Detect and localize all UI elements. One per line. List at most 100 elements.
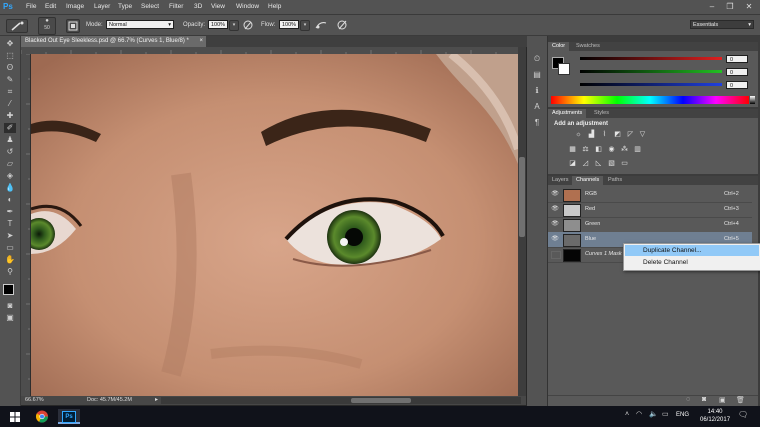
brush-panel-toggle[interactable] xyxy=(66,19,80,33)
gradient-map-icon[interactable]: ▭ xyxy=(620,160,629,168)
opacity-input[interactable]: 100% xyxy=(208,20,228,29)
photo-filter-icon[interactable]: ◉ xyxy=(607,146,616,154)
new-channel-icon[interactable]: ▣ xyxy=(719,396,726,404)
paragraph-panel-icon[interactable]: ¶ xyxy=(531,118,543,128)
clock[interactable]: 14:40 06/12/2017 xyxy=(700,408,730,424)
tab-styles[interactable]: Styles xyxy=(590,109,613,118)
lasso-tool-icon[interactable]: ʘ xyxy=(4,63,16,73)
menu-window[interactable]: Window xyxy=(236,2,259,12)
hue-saturation-icon[interactable]: ▦ xyxy=(568,146,577,154)
tab-layers[interactable]: Layers xyxy=(548,176,573,185)
screen-mode-icon[interactable]: ▣ xyxy=(4,313,16,323)
type-tool-icon[interactable]: T xyxy=(4,219,16,229)
dodge-tool-icon[interactable]: ◐ xyxy=(4,195,16,205)
tool-preset-picker[interactable] xyxy=(6,19,28,33)
document-canvas[interactable] xyxy=(31,54,518,396)
airbrush-icon[interactable] xyxy=(314,19,328,33)
vibrance-icon[interactable]: ▽ xyxy=(638,131,647,139)
menu-select[interactable]: Select xyxy=(141,2,159,12)
tab-paths[interactable]: Paths xyxy=(604,176,626,185)
photoshop-taskbar-button[interactable]: Ps xyxy=(58,409,80,424)
clone-stamp-tool-icon[interactable]: ♟ xyxy=(4,135,16,145)
zoom-tool-icon[interactable]: ⚲ xyxy=(4,267,16,277)
status-arrow-icon[interactable]: ▸ xyxy=(155,396,158,405)
menu-view[interactable]: View xyxy=(211,2,225,12)
visibility-eye-icon[interactable]: 👁 xyxy=(551,217,559,232)
duplicate-channel-item[interactable]: Duplicate Channel... xyxy=(625,245,759,256)
gradient-adjust-icon[interactable]: ◸ xyxy=(626,131,635,139)
history-panel-icon[interactable]: ⏲ xyxy=(531,54,543,64)
menu-type[interactable]: Type xyxy=(118,2,132,12)
eraser-tool-icon[interactable]: ▱ xyxy=(4,159,16,169)
tab-channels[interactable]: Channels xyxy=(572,176,604,185)
green-slider[interactable] xyxy=(580,70,722,73)
foreground-color-swatch[interactable] xyxy=(3,284,14,295)
pressure-opacity-icon[interactable] xyxy=(242,19,254,33)
tray-up-icon[interactable]: ˄ xyxy=(625,411,629,418)
history-brush-tool-icon[interactable]: ↺ xyxy=(4,147,16,157)
color-spectrum-bar[interactable] xyxy=(551,96,749,104)
brush-tool-icon[interactable]: ✐ xyxy=(4,123,16,133)
invert-icon[interactable]: ◪ xyxy=(568,160,577,168)
notification-icon[interactable]: 🗨 xyxy=(738,410,748,419)
horizontal-scroll-thumb[interactable] xyxy=(351,398,411,403)
color-bg-swatch[interactable] xyxy=(558,63,570,75)
horizontal-scrollbar[interactable] xyxy=(161,397,521,404)
curves-icon[interactable]: ⌇ xyxy=(600,131,609,139)
minimize-button[interactable]: – xyxy=(705,1,719,12)
grayscale-ramp[interactable] xyxy=(750,96,755,104)
channel-row-rgb[interactable]: 👁 RGB Ctrl+2 xyxy=(548,187,752,203)
language-indicator[interactable]: ENG xyxy=(676,412,689,418)
menu-edit[interactable]: Edit xyxy=(45,2,56,12)
color-lookup-icon[interactable]: ▥ xyxy=(633,146,642,154)
info-panel-icon[interactable]: ℹ xyxy=(531,86,543,96)
green-value[interactable]: 0 xyxy=(726,68,748,76)
delete-channel-item[interactable]: Delete Channel xyxy=(625,257,759,268)
visibility-eye-icon[interactable]: 👁 xyxy=(551,202,559,217)
properties-panel-icon[interactable]: ▤ xyxy=(531,70,543,80)
blur-tool-icon[interactable]: 💧 xyxy=(4,183,16,193)
selective-color-icon[interactable]: ▧ xyxy=(607,160,616,168)
move-tool-icon[interactable]: ✥ xyxy=(4,39,16,49)
close-window-button[interactable]: ✕ xyxy=(742,1,756,12)
save-selection-icon[interactable]: ◙ xyxy=(702,396,706,403)
chrome-icon[interactable] xyxy=(34,409,50,424)
exposure-icon[interactable]: ◩ xyxy=(613,131,622,139)
blue-slider[interactable] xyxy=(580,83,722,86)
opacity-dropdown[interactable]: ▾ xyxy=(229,20,239,31)
brightness-icon[interactable]: ☼ xyxy=(574,131,583,139)
document-tab[interactable]: Blacked Out Eye Sleekless.psd @ 66.7% (C… xyxy=(21,36,206,47)
tab-swatches[interactable]: Swatches xyxy=(572,42,604,51)
crop-tool-icon[interactable]: ⌗ xyxy=(4,87,16,97)
visibility-toggle-empty[interactable] xyxy=(551,251,561,259)
pressure-size-icon[interactable] xyxy=(336,19,348,33)
threshold-icon[interactable]: ◺ xyxy=(594,160,603,168)
visibility-eye-icon[interactable]: 👁 xyxy=(551,232,559,247)
menu-filter[interactable]: Filter xyxy=(169,2,183,12)
path-select-tool-icon[interactable]: ➤ xyxy=(4,231,16,241)
quick-select-tool-icon[interactable]: ✎ xyxy=(4,75,16,85)
color-balance-icon[interactable]: ⚖ xyxy=(581,146,590,154)
vertical-scrollbar[interactable] xyxy=(518,47,526,396)
visibility-eye-icon[interactable]: 👁 xyxy=(551,187,559,202)
red-slider[interactable] xyxy=(580,57,722,60)
channel-mixer-icon[interactable]: ⁂ xyxy=(620,146,629,154)
blue-value[interactable]: 0 xyxy=(726,81,748,89)
healing-brush-tool-icon[interactable]: ✚ xyxy=(4,111,16,121)
trash-icon[interactable]: 🗑 xyxy=(736,396,745,404)
volume-icon[interactable]: 🔈 xyxy=(649,410,658,418)
hand-tool-icon[interactable]: ✋ xyxy=(4,255,16,265)
eyedropper-tool-icon[interactable]: ⁄ xyxy=(4,99,16,109)
quick-mask-icon[interactable]: ◙ xyxy=(4,301,16,311)
network-icon[interactable]: ▭ xyxy=(662,410,669,418)
character-panel-icon[interactable]: A xyxy=(531,102,543,112)
workspace-select[interactable]: Essentials ▾ xyxy=(690,20,754,29)
menu-help[interactable]: Help xyxy=(268,2,281,12)
channel-row-red[interactable]: 👁 Red Ctrl+3 xyxy=(548,202,752,218)
pen-tool-icon[interactable]: ✒ xyxy=(4,207,16,217)
levels-icon[interactable]: ▟ xyxy=(587,131,596,139)
zoom-level[interactable]: 66.67% xyxy=(25,396,44,405)
load-selection-icon[interactable]: ◌ xyxy=(686,396,690,403)
black-white-icon[interactable]: ◧ xyxy=(594,146,603,154)
rectangle-tool-icon[interactable]: ▭ xyxy=(4,243,16,253)
